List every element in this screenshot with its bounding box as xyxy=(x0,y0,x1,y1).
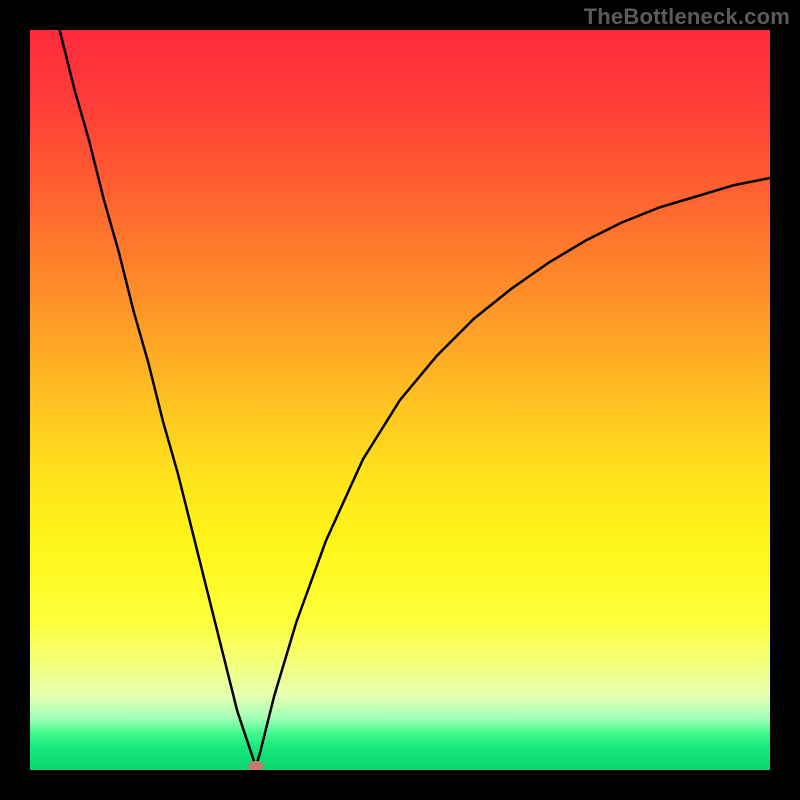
minimum-marker xyxy=(249,761,263,770)
chart-frame: TheBottleneck.com xyxy=(0,0,800,800)
plot-svg xyxy=(30,30,770,770)
watermark-text: TheBottleneck.com xyxy=(584,4,790,30)
plot-area xyxy=(30,30,770,770)
